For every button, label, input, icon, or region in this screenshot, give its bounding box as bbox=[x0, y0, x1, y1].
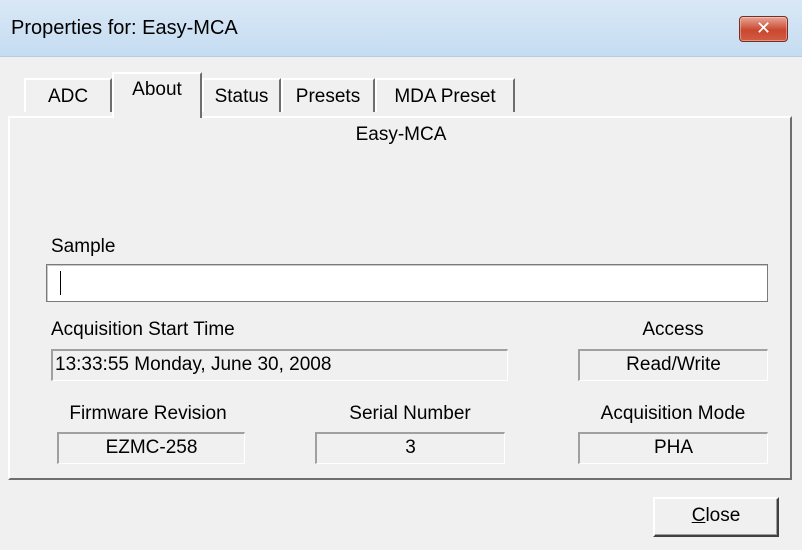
tab-about[interactable]: About bbox=[112, 72, 202, 118]
close-label-rest: lose bbox=[705, 505, 741, 526]
tab-status[interactable]: Status bbox=[202, 78, 281, 112]
close-button[interactable]: Close bbox=[653, 497, 779, 537]
tab-presets[interactable]: Presets bbox=[281, 78, 375, 112]
sample-input[interactable] bbox=[46, 264, 768, 302]
window-title: Properties for: Easy-MCA bbox=[11, 17, 238, 39]
close-mnemonic: C bbox=[691, 505, 706, 526]
properties-dialog: Properties for: Easy-MCA ✕ ADC About Sta… bbox=[0, 0, 802, 550]
tab-adc[interactable]: ADC bbox=[24, 78, 112, 112]
title-bar[interactable]: Properties for: Easy-MCA ✕ bbox=[0, 0, 802, 57]
tab-mda-preset[interactable]: MDA Preset bbox=[375, 78, 515, 112]
text-caret bbox=[60, 271, 61, 295]
window-close-icon[interactable]: ✕ bbox=[739, 16, 788, 42]
